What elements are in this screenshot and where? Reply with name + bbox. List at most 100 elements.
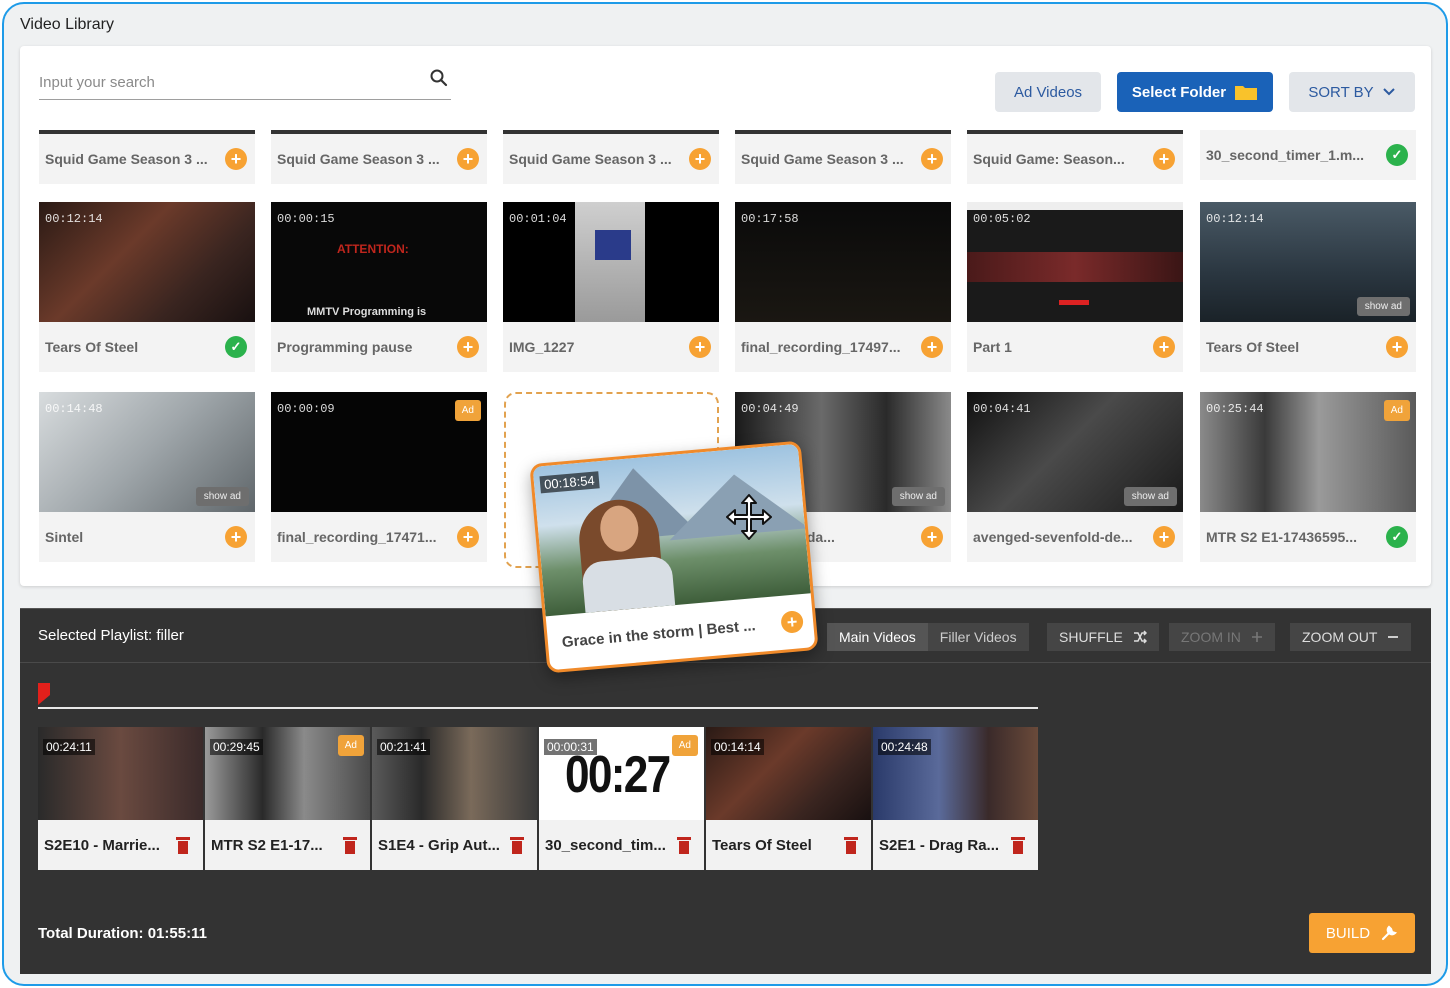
select-folder-button[interactable]: Select Folder bbox=[1117, 72, 1273, 112]
video-card[interactable]: Squid Game Season 3 ... + bbox=[735, 130, 951, 184]
plus-circle-icon[interactable]: + bbox=[921, 336, 943, 358]
ad-videos-button[interactable]: Ad Videos bbox=[995, 72, 1101, 112]
timeline-item[interactable]: 00:24:11 S2E10 - Marrie... bbox=[38, 727, 203, 870]
shuffle-label: SHUFFLE bbox=[1059, 629, 1123, 645]
zoom-in-button[interactable]: ZOOM IN bbox=[1169, 623, 1275, 651]
timeline-thumbnail: 00:24:11 bbox=[38, 727, 203, 820]
timer-display-text: 00:27 bbox=[565, 746, 671, 804]
video-card[interactable]: 00:04:41 show ad avenged-sevenfold-de...… bbox=[967, 392, 1183, 562]
plus-circle-icon[interactable]: + bbox=[225, 526, 247, 548]
plus-circle-icon[interactable]: + bbox=[225, 148, 247, 170]
video-duration: 00:25:44 bbox=[1206, 402, 1264, 416]
search-bar bbox=[39, 64, 451, 100]
shuffle-icon bbox=[1133, 630, 1147, 644]
video-duration: 00:17:58 bbox=[741, 212, 799, 226]
timeline-track[interactable] bbox=[38, 707, 1038, 709]
video-card[interactable]: 00:12:14 Tears Of Steel ✓ bbox=[39, 202, 255, 372]
trash-icon[interactable] bbox=[342, 835, 358, 855]
timeline-thumbnail: 00:21:41 bbox=[372, 727, 537, 820]
check-circle-icon: ✓ bbox=[225, 336, 247, 358]
video-title: Squid Game Season 3 ... bbox=[509, 151, 672, 167]
plus-circle-icon[interactable]: + bbox=[689, 148, 711, 170]
timeline-item[interactable]: 00:24:48 S2E1 - Drag Ra... bbox=[873, 727, 1038, 870]
timeline-item[interactable]: 00:14:14 Tears Of Steel bbox=[706, 727, 871, 870]
check-circle-icon: ✓ bbox=[1386, 526, 1408, 548]
video-card[interactable]: 00:05:02 Part 1 + bbox=[967, 202, 1183, 372]
timeline-title: S2E1 - Drag Ra... bbox=[879, 836, 1000, 854]
wrench-icon bbox=[1381, 925, 1398, 941]
video-card[interactable]: 00:00:09 Ad final_recording_17471... + bbox=[271, 392, 487, 562]
video-card[interactable]: Squid Game Season 3 ... + bbox=[271, 130, 487, 184]
zoom-out-button[interactable]: ZOOM OUT bbox=[1290, 623, 1412, 651]
show-ad-badge[interactable]: show ad bbox=[195, 487, 249, 506]
search-icon[interactable] bbox=[429, 68, 449, 88]
video-card[interactable]: Squid Game: Season... + bbox=[967, 130, 1183, 184]
trash-icon[interactable] bbox=[843, 835, 859, 855]
minus-icon bbox=[1388, 636, 1399, 638]
sort-by-button[interactable]: SORT BY bbox=[1289, 72, 1415, 112]
dragged-video-card[interactable]: 00:18:54 Grace in the storm | Best ... + bbox=[529, 440, 819, 674]
video-thumbnail: 00:01:04 bbox=[503, 202, 719, 322]
video-duration: 00:00:15 bbox=[277, 212, 335, 226]
ad-tag: Ad bbox=[671, 735, 698, 756]
total-duration: Total Duration: 01:55:11 bbox=[38, 925, 207, 942]
video-card[interactable]: Squid Game Season 3 ... + bbox=[39, 130, 255, 184]
video-thumbnail: 00:04:41 show ad bbox=[967, 392, 1183, 512]
video-card[interactable]: 00:14:48 show ad Sintel + bbox=[39, 392, 255, 562]
video-card[interactable]: 00:01:04 IMG_1227 + bbox=[503, 202, 719, 372]
video-card[interactable]: 30_second_timer_1.m... ✓ bbox=[1200, 130, 1416, 180]
trash-icon[interactable] bbox=[1010, 835, 1026, 855]
selected-playlist-label: Selected Playlist: filler bbox=[38, 627, 184, 644]
thumbnail-overlay-text: MMTV Programming is bbox=[307, 306, 427, 318]
video-thumbnail: 00:00:15 ATTENTION: MMTV Programming is bbox=[271, 202, 487, 322]
video-type-toggle: Main Videos Filler Videos bbox=[827, 623, 1029, 651]
video-title: final_recording_17471... bbox=[277, 529, 437, 545]
plus-circle-icon[interactable]: + bbox=[1386, 336, 1408, 358]
video-card[interactable]: 00:25:44 Ad MTR S2 E1-17436595... ✓ bbox=[1200, 392, 1416, 562]
video-thumbnail: 00:17:58 bbox=[735, 202, 951, 322]
ad-tag: Ad bbox=[1383, 400, 1410, 421]
timeline-title: S1E4 - Grip Aut... bbox=[378, 836, 500, 854]
tab-main-videos[interactable]: Main Videos bbox=[827, 623, 928, 651]
playhead-marker-icon[interactable] bbox=[38, 683, 50, 705]
show-ad-badge[interactable]: show ad bbox=[1356, 297, 1410, 316]
video-card[interactable]: 00:17:58 final_recording_17497... + bbox=[735, 202, 951, 372]
search-input[interactable] bbox=[39, 64, 419, 100]
video-thumbnail: 00:05:02 bbox=[967, 202, 1183, 322]
plus-circle-icon[interactable]: + bbox=[1153, 336, 1175, 358]
build-button[interactable]: BUILD bbox=[1309, 913, 1415, 953]
video-title: Squid Game: Season... bbox=[973, 151, 1125, 167]
plus-circle-icon[interactable]: + bbox=[921, 526, 943, 548]
video-card[interactable]: 00:00:15 ATTENTION: MMTV Programming is … bbox=[271, 202, 487, 372]
video-title: Tears Of Steel bbox=[45, 339, 139, 355]
trash-icon[interactable] bbox=[509, 835, 525, 855]
show-ad-badge[interactable]: show ad bbox=[891, 487, 945, 506]
show-ad-badge[interactable]: show ad bbox=[1123, 487, 1177, 506]
plus-circle-icon[interactable]: + bbox=[921, 148, 943, 170]
zoom-out-label: ZOOM OUT bbox=[1302, 629, 1378, 645]
video-card[interactable]: Squid Game Season 3 ... + bbox=[503, 130, 719, 184]
timeline-thumbnail: 00:14:14 bbox=[706, 727, 871, 820]
plus-circle-icon[interactable]: + bbox=[1153, 526, 1175, 548]
timeline-duration: 00:21:41 bbox=[377, 739, 430, 755]
trash-icon[interactable] bbox=[676, 835, 692, 855]
video-card[interactable]: 00:12:14 show ad Tears Of Steel + bbox=[1200, 202, 1416, 372]
tab-filler-videos[interactable]: Filler Videos bbox=[927, 623, 1029, 651]
page-title: Video Library bbox=[20, 16, 114, 33]
plus-circle-icon[interactable]: + bbox=[1153, 148, 1175, 170]
ad-videos-label: Ad Videos bbox=[1013, 83, 1083, 101]
plus-circle-icon[interactable]: + bbox=[780, 610, 805, 634]
timeline-item[interactable]: 00:00:31 Ad 00:27 30_second_tim... bbox=[539, 727, 704, 870]
app-frame: Video Library Ad Videos Select Folder SO… bbox=[2, 2, 1448, 986]
plus-circle-icon[interactable]: + bbox=[457, 148, 479, 170]
video-title: Tears Of Steel bbox=[1206, 339, 1300, 355]
trash-icon[interactable] bbox=[175, 835, 191, 855]
plus-circle-icon[interactable]: + bbox=[457, 336, 479, 358]
shuffle-button[interactable]: SHUFFLE bbox=[1047, 623, 1159, 651]
plus-circle-icon[interactable]: + bbox=[689, 336, 711, 358]
plus-icon bbox=[1251, 632, 1262, 642]
timeline-item[interactable]: 00:21:41 S1E4 - Grip Aut... bbox=[372, 727, 537, 870]
video-duration: 00:05:02 bbox=[973, 212, 1031, 226]
plus-circle-icon[interactable]: + bbox=[457, 526, 479, 548]
timeline-item[interactable]: 00:29:45 Ad MTR S2 E1-17... bbox=[205, 727, 370, 870]
